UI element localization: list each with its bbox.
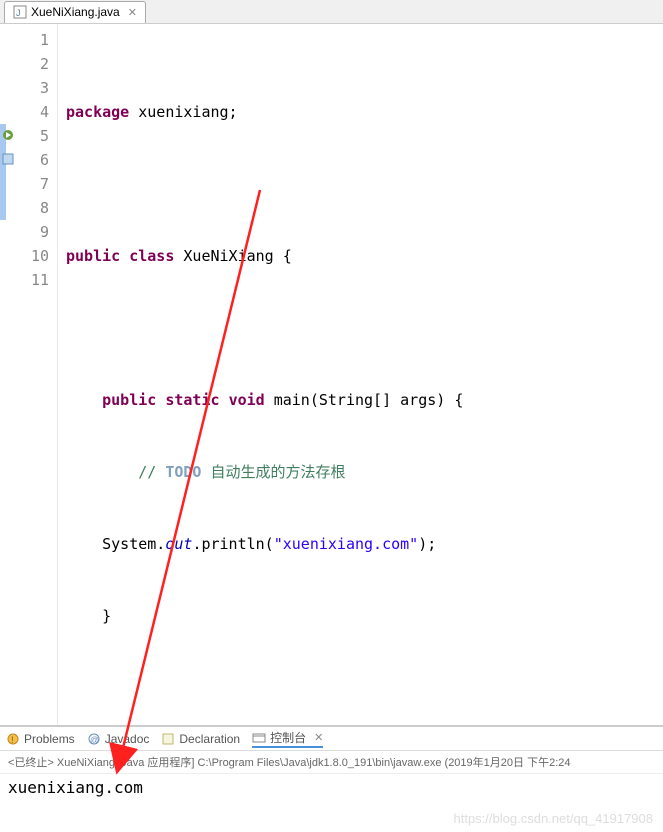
console-status: <已终止> XueNiXiang [Java 应用程序] C:\Program …: [0, 751, 663, 774]
code-line: System.out.println("xuenixiang.com");: [66, 532, 663, 556]
tab-declaration[interactable]: Declaration: [161, 732, 240, 746]
code-line: [66, 172, 663, 196]
line-number: 2: [0, 52, 49, 76]
line-number: 5: [0, 124, 49, 148]
tab-problems[interactable]: ! Problems: [6, 732, 75, 746]
tab-javadoc[interactable]: @ Javadoc: [87, 732, 150, 746]
editor-area: 1 2 3 4 5 6 7 8 9 10 11 package xuenixia…: [0, 24, 663, 726]
close-icon[interactable]: ✕: [314, 731, 323, 744]
line-number: 3: [0, 76, 49, 100]
problems-icon: !: [6, 732, 20, 746]
watermark: https://blog.csdn.net/qq_41917908: [454, 811, 654, 826]
console-output: xuenixiang.com: [0, 774, 663, 801]
file-tab[interactable]: J XueNiXiang.java ✕: [4, 1, 146, 23]
line-number: 1: [0, 28, 49, 52]
code-line: [66, 316, 663, 340]
code-line: public static void main(String[] args) {: [66, 388, 663, 412]
todo-marker-icon: [2, 148, 14, 160]
code-line: [66, 676, 663, 700]
line-number: 6: [0, 148, 49, 172]
svg-text:@: @: [90, 735, 99, 745]
java-file-icon: J: [13, 5, 27, 19]
javadoc-icon: @: [87, 732, 101, 746]
code-line: package xuenixiang;: [66, 100, 663, 124]
current-line-highlight: [58, 268, 663, 292]
svg-text:!: !: [11, 735, 14, 745]
line-number: 7: [0, 172, 49, 196]
line-gutter: 1 2 3 4 5 6 7 8 9 10 11: [0, 24, 58, 725]
bottom-panel: ! Problems @ Javadoc Declaration 控制台 ✕ <…: [0, 726, 663, 801]
code-line: // TODO 自动生成的方法存根: [66, 460, 663, 484]
close-icon[interactable]: ✕: [128, 6, 137, 19]
line-number: 9: [0, 220, 49, 244]
console-icon: [252, 731, 266, 745]
tab-console[interactable]: 控制台 ✕: [252, 729, 323, 748]
line-number: 11: [0, 268, 49, 292]
line-number: 10: [0, 244, 49, 268]
editor-tab-bar: J XueNiXiang.java ✕: [0, 0, 663, 24]
run-marker-icon: [2, 124, 14, 136]
code-line: public class XueNiXiang {: [66, 244, 663, 268]
bottom-tab-bar: ! Problems @ Javadoc Declaration 控制台 ✕: [0, 727, 663, 751]
code-line: }: [66, 604, 663, 628]
line-number: 4: [0, 100, 49, 124]
svg-text:J: J: [16, 8, 21, 18]
code-area[interactable]: package xuenixiang; public class XueNiXi…: [58, 24, 663, 725]
line-number: 8: [0, 196, 49, 220]
declaration-icon: [161, 732, 175, 746]
tab-filename: XueNiXiang.java: [31, 5, 120, 19]
